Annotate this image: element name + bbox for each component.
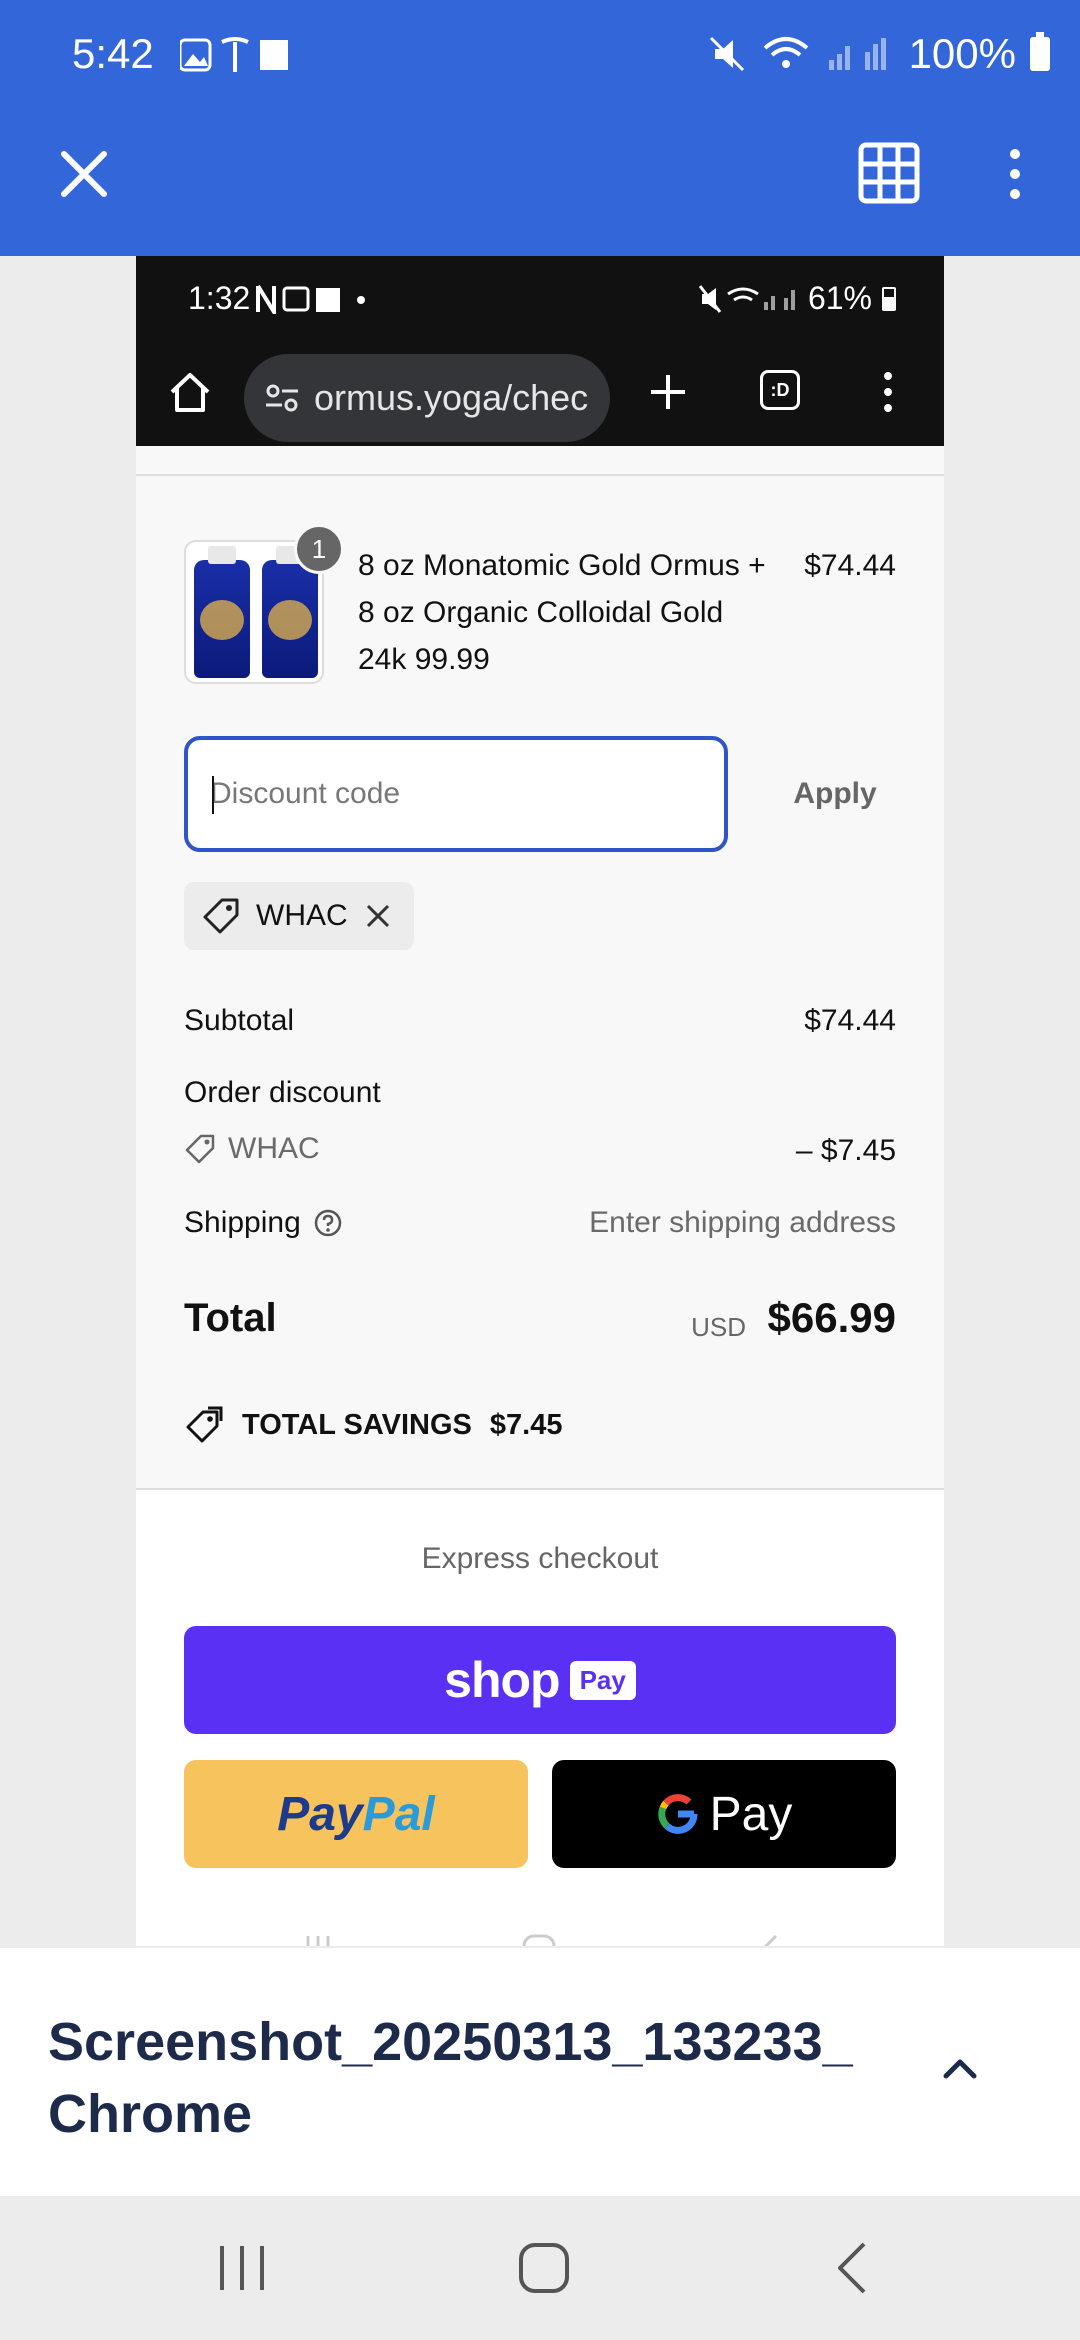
notification-icons <box>178 34 300 83</box>
new-tab-icon[interactable] <box>648 372 688 417</box>
paypal-wordmark-part1: Pay <box>277 1787 363 1841</box>
text-cursor <box>212 776 214 814</box>
system-nav-bar <box>0 2196 1080 2340</box>
savings-label: TOTAL SAVINGS <box>242 1408 472 1441</box>
quantity-badge: 1 <box>294 524 344 574</box>
battery-icon <box>1030 32 1050 71</box>
status-time: 5:42 <box>72 30 154 77</box>
discount-code-row: WHAC <box>184 1132 320 1166</box>
order-discount-label: Order discount <box>184 1076 381 1109</box>
total-currency: USD <box>691 1312 746 1342</box>
chevron-up-icon[interactable] <box>940 2048 980 2088</box>
close-icon[interactable] <box>56 146 112 202</box>
url-text: ormus.yoga/chec <box>314 377 589 418</box>
google-g-icon <box>657 1794 698 1834</box>
shop-pay-wordmark: shop <box>444 1652 560 1708</box>
home-button-icon[interactable] <box>516 2240 572 2301</box>
savings-value: $7.45 <box>489 1408 563 1441</box>
tag-icon <box>185 1134 215 1164</box>
shop-pay-button[interactable]: shop Pay <box>184 1626 896 1734</box>
help-icon[interactable] <box>313 1208 343 1238</box>
mute-icon <box>709 36 744 72</box>
battery-percent: 100% <box>908 30 1016 77</box>
inner-status-bar: 1:32 61% <box>136 256 944 340</box>
apply-discount-button[interactable]: Apply <box>766 736 904 852</box>
product-title: 8 oz Monatomic Gold Ormus + 8 oz Organic… <box>358 549 766 676</box>
inner-notification-icons <box>256 284 376 320</box>
wifi-icon <box>763 37 808 68</box>
file-name: Screenshot_20250313_133233_Chrome <box>48 2012 853 2144</box>
tab-switcher-button[interactable]: :D <box>760 370 800 410</box>
product-price: $74.44 <box>804 549 896 582</box>
recent-apps-icon[interactable] <box>214 2240 270 2301</box>
total-label: Total <box>184 1296 277 1340</box>
google-pay-label: Pay <box>709 1787 793 1841</box>
inner-nav-bar <box>136 1922 944 1946</box>
browser-menu-icon[interactable] <box>880 370 896 419</box>
google-pay-button[interactable]: Pay <box>552 1760 896 1868</box>
viewer-header: 5:42 100% <box>0 0 1080 256</box>
address-bar[interactable]: ormus.yoga/chec <box>244 354 610 442</box>
subtotal-value: $74.44 <box>804 1004 896 1037</box>
home-icon[interactable] <box>168 370 212 419</box>
applied-discount-chip: WHAC <box>184 882 414 950</box>
signal-icon <box>828 38 886 70</box>
discount-code-name: WHAC <box>228 1132 320 1165</box>
applied-code-label: WHAC <box>256 899 348 932</box>
discount-amount: – $7.45 <box>795 1134 896 1167</box>
remove-discount-icon[interactable] <box>364 902 392 930</box>
more-options-icon[interactable] <box>1000 146 1030 202</box>
status-bar: 5:42 100% <box>0 0 1080 110</box>
site-settings-icon[interactable] <box>262 378 302 418</box>
total-amount: $66.99 <box>767 1294 896 1341</box>
subtotal-label: Subtotal <box>184 1004 295 1037</box>
total-savings: TOTAL SAVINGS $7.45 <box>184 1406 562 1444</box>
inner-system-icons: 61% <box>698 280 896 317</box>
browser-toolbar: ormus.yoga/chec :D <box>136 340 944 446</box>
system-status-icons: 100% <box>707 30 1050 78</box>
express-checkout-label: Express checkout <box>421 1542 659 1575</box>
discount-code-input[interactable] <box>188 740 724 848</box>
shipping-row: Shipping <box>184 1206 343 1240</box>
paypal-button[interactable]: Pay Pal <box>184 1760 528 1868</box>
back-icon[interactable] <box>826 2240 882 2301</box>
file-info-sheet: Screenshot_20250313_133233_Chrome <box>0 1948 1080 2196</box>
savings-tag-icon <box>186 1406 223 1443</box>
inner-battery-percent: 61% <box>807 280 872 316</box>
paypal-wordmark-part2: Pal <box>362 1787 435 1841</box>
shop-pay-pill: Pay <box>569 1660 636 1700</box>
inner-status-time: 1:32 <box>188 280 251 316</box>
shipping-label: Shipping <box>184 1206 301 1239</box>
inner-battery-icon <box>882 286 896 311</box>
grid-view-icon[interactable] <box>858 142 920 204</box>
shipping-value: Enter shipping address <box>589 1206 896 1239</box>
section-divider <box>136 474 944 476</box>
tag-icon <box>203 898 239 934</box>
screenshot-preview: 1:32 61% ormus.yoga/chec:D 1 8 oz Monat… <box>136 256 944 1946</box>
discount-code-field[interactable] <box>184 736 728 852</box>
